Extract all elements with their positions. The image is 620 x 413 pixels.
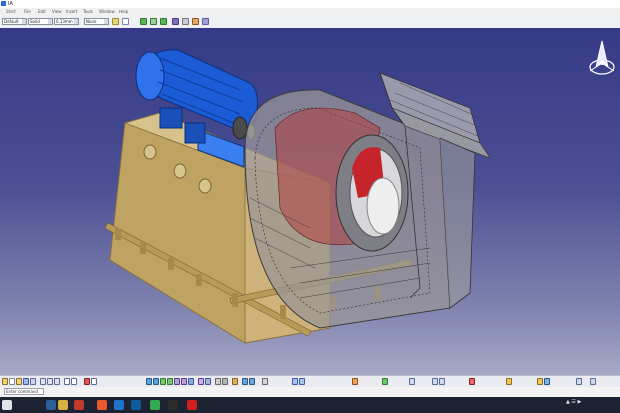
acrobat-icon[interactable]	[187, 400, 197, 410]
fan-housing	[244, 72, 491, 329]
firefox-icon[interactable]	[97, 400, 107, 410]
skype-icon[interactable]	[131, 400, 141, 410]
undo-icon[interactable]	[64, 378, 70, 385]
multi-view-icon[interactable]	[198, 378, 204, 385]
3d-viewport[interactable]	[0, 28, 620, 375]
print-icon[interactable]	[30, 378, 36, 385]
measure-item-icon[interactable]	[249, 378, 255, 385]
snap-icon[interactable]	[409, 378, 415, 385]
zoom-in-icon[interactable]	[174, 378, 180, 385]
shading-icon[interactable]	[215, 378, 221, 385]
rotate-view-icon[interactable]	[167, 378, 173, 385]
window-title: IA	[8, 1, 13, 7]
thickness-combo[interactable]: 0.13mm	[54, 18, 79, 25]
opera-icon[interactable]	[74, 400, 84, 410]
new-icon[interactable]	[9, 378, 15, 385]
open-icon[interactable]	[16, 378, 22, 385]
title-bar: IA	[0, 0, 620, 8]
task-view-icon[interactable]	[46, 400, 56, 410]
hide-show-icon[interactable]	[222, 378, 228, 385]
explode-icon[interactable]	[432, 378, 438, 385]
clash-icon[interactable]	[439, 378, 445, 385]
paint-icon[interactable]	[112, 18, 119, 25]
menu-bar: Start File Edit View Insert Tools Window…	[0, 8, 620, 15]
status-bar: Enter command	[0, 387, 620, 397]
cut-icon[interactable]	[40, 378, 46, 385]
publication-icon[interactable]	[537, 378, 543, 385]
normal-view-icon[interactable]	[202, 18, 209, 25]
chevron-down-icon	[74, 19, 78, 24]
catia-app-icon	[1, 1, 6, 6]
normal-view-icon[interactable]	[188, 378, 194, 385]
catalog-icon[interactable]	[506, 378, 512, 385]
menu-insert[interactable]: Insert	[66, 9, 77, 14]
measure-icon[interactable]	[192, 18, 199, 25]
menu-help[interactable]: Help	[119, 9, 128, 14]
properties-icon[interactable]	[122, 18, 129, 25]
layer-combo[interactable]: None	[84, 18, 109, 25]
stop-icon[interactable]	[84, 378, 90, 385]
fit-all-icon[interactable]	[182, 18, 189, 25]
tools-icon[interactable]	[576, 378, 582, 385]
part-icon[interactable]	[299, 378, 305, 385]
product-icon[interactable]	[292, 378, 298, 385]
chevron-down-icon	[22, 19, 26, 24]
chrome-icon[interactable]	[150, 400, 160, 410]
file-explorer-icon[interactable]	[58, 400, 68, 410]
menu-edit[interactable]: Edit	[38, 9, 46, 14]
measure-between-icon[interactable]	[242, 378, 248, 385]
catia-taskbar-icon[interactable]	[168, 400, 178, 410]
color-combo-value: Default	[4, 19, 19, 24]
menu-file[interactable]: File	[24, 9, 31, 14]
swap-visible-icon[interactable]	[232, 378, 238, 385]
compass-icon[interactable]	[584, 37, 620, 81]
apply-material-icon[interactable]	[262, 378, 268, 385]
taskbar: ▲ ☰ ▶	[0, 397, 620, 413]
save-icon[interactable]	[23, 378, 29, 385]
edge-icon[interactable]	[114, 400, 124, 410]
rotate-icon[interactable]	[160, 18, 167, 25]
command-input[interactable]: Enter command	[4, 388, 44, 395]
system-tray[interactable]: ▲ ☰ ▶	[566, 399, 581, 405]
zoom-out-icon[interactable]	[181, 378, 187, 385]
redo-icon[interactable]	[71, 378, 77, 385]
section-icon[interactable]	[469, 378, 475, 385]
menu-start[interactable]: Start	[6, 9, 16, 14]
color-combo[interactable]: Default	[2, 18, 27, 25]
view-icon[interactable]	[172, 18, 179, 25]
iso-view-icon[interactable]	[205, 378, 211, 385]
manipulate-icon[interactable]	[382, 378, 388, 385]
options-icon[interactable]	[590, 378, 596, 385]
update-icon[interactable]	[140, 18, 147, 25]
fit-all-in-icon[interactable]	[153, 378, 159, 385]
menu-window[interactable]: Window	[99, 9, 115, 14]
what-is-this-icon[interactable]	[91, 378, 97, 385]
menu-tools[interactable]: Tools	[83, 9, 93, 14]
paste-icon[interactable]	[54, 378, 60, 385]
fly-mode-icon[interactable]	[146, 378, 152, 385]
scene-icon[interactable]	[544, 378, 550, 385]
menu-view[interactable]: View	[52, 9, 62, 14]
pan-icon[interactable]	[160, 378, 166, 385]
refresh-icon[interactable]	[150, 18, 157, 25]
select-icon[interactable]	[2, 378, 8, 385]
chevron-down-icon	[104, 19, 108, 24]
constraint-icon[interactable]	[352, 378, 358, 385]
layer-combo-value: None	[86, 19, 97, 24]
fan-assembly-model	[104, 49, 491, 344]
copy-icon[interactable]	[47, 378, 53, 385]
chevron-down-icon	[48, 19, 52, 24]
top-toolbar: Default Solid 0.13mm None	[0, 15, 620, 29]
search-box[interactable]	[2, 400, 12, 410]
linetype-combo[interactable]: Solid	[28, 18, 53, 25]
thickness-combo-value: 0.13mm	[56, 19, 73, 24]
linetype-combo-value: Solid	[30, 19, 40, 24]
